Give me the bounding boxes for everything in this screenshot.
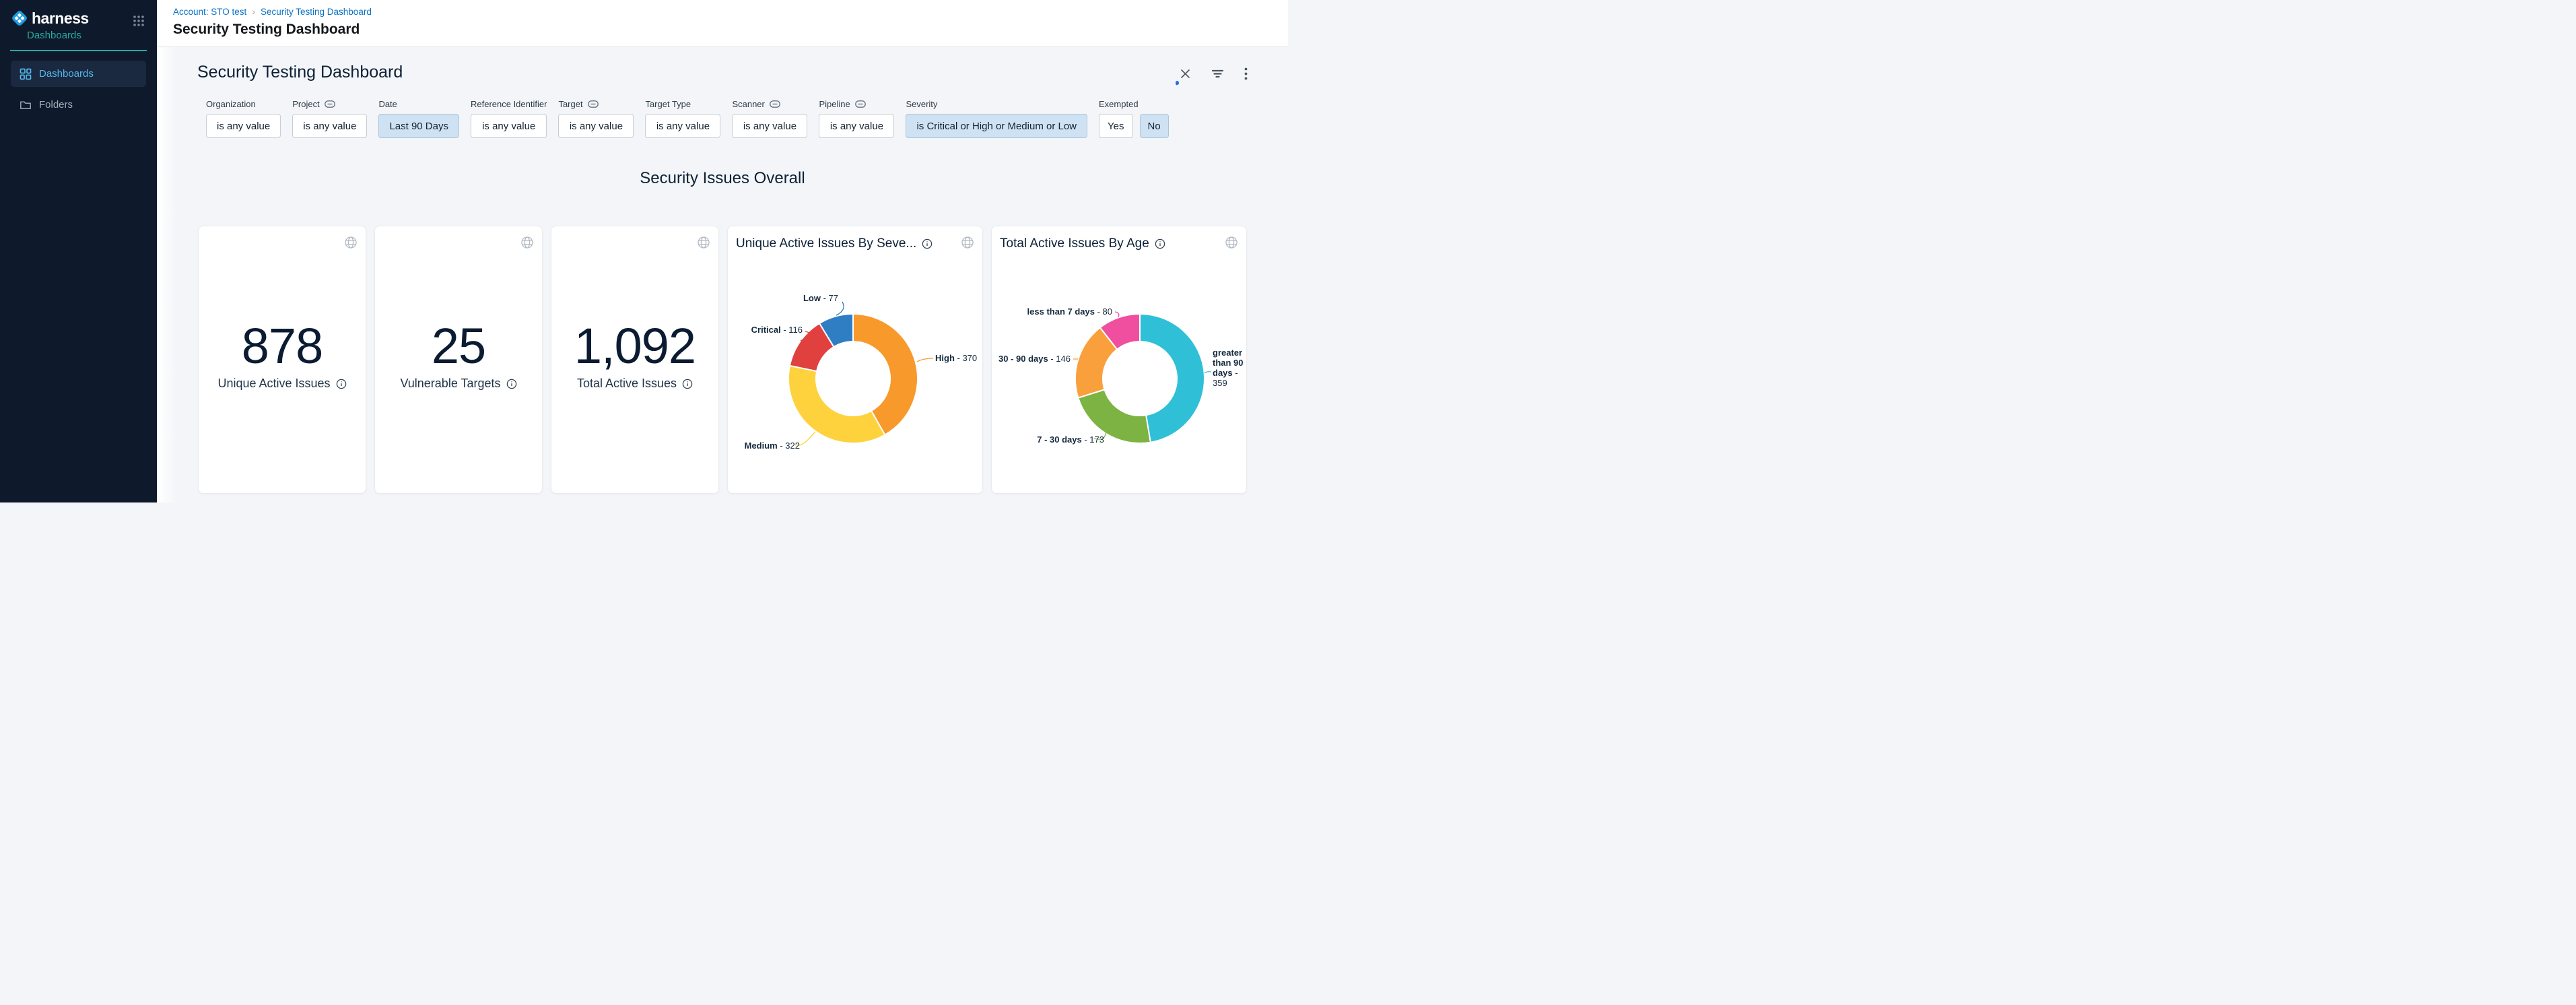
slice-label-high: High - 370: [935, 353, 977, 363]
dashboard-content: Security Testing Dashboard: [157, 47, 1288, 502]
sidebar-item-label: Folders: [39, 99, 73, 110]
link-icon: [588, 100, 599, 108]
kpi-value: 878: [199, 319, 366, 373]
link-icon: [855, 100, 866, 108]
breadcrumb-account-link[interactable]: Account: STO test: [173, 7, 246, 17]
sidebar-divider: [10, 50, 147, 51]
info-icon[interactable]: [506, 379, 517, 389]
slice-label-7-30-days: 7 - 30 days - 173: [1037, 434, 1104, 445]
clear-cache-button[interactable]: [1178, 67, 1192, 81]
filter-date: Date Last 90 Days: [378, 98, 459, 138]
globe-icon[interactable]: [697, 236, 710, 253]
kpi-label: Total Active Issues: [577, 377, 677, 391]
filter-label: Project: [292, 99, 319, 109]
app: harness Dashboards Dash: [0, 0, 1288, 502]
chart-total-active-issues-by-age: Total Active Issues By Age less than 7 d…: [991, 226, 1247, 494]
breadcrumb-separator: ›: [252, 6, 255, 17]
filter-pipeline: Pipeline is any value: [819, 98, 894, 138]
leader-line: [836, 302, 844, 315]
donut-slice[interactable]: [788, 366, 885, 443]
filter-value-button[interactable]: Last 90 Days: [378, 114, 459, 138]
breadcrumb: Account: STO test › Security Testing Das…: [173, 0, 1288, 17]
globe-icon[interactable]: [344, 236, 358, 253]
tile-total-active-issues: 1,092 Total Active Issues: [551, 226, 719, 494]
info-icon[interactable]: [336, 379, 347, 389]
filter-value-button[interactable]: is any value: [819, 114, 894, 138]
filter-label: Reference Identifier: [471, 99, 547, 109]
filter-project: Project is any value: [292, 98, 367, 138]
filter-label: Pipeline: [819, 99, 850, 109]
filter-label: Target: [558, 99, 582, 109]
kpi-value: 1,092: [551, 319, 718, 373]
brand-wordmark: harness: [32, 9, 89, 28]
filter-label: Severity: [906, 99, 937, 109]
donut-slice[interactable]: [1140, 314, 1205, 443]
link-icon: [325, 100, 335, 108]
leader-line: [1205, 372, 1211, 373]
slice-label-critical: Critical - 116: [751, 325, 803, 335]
sidebar: harness Dashboards Dash: [0, 0, 157, 502]
chart-unique-active-issues-by-severity: Unique Active Issues By Seve... Low - 77…: [727, 226, 983, 494]
filters-toggle-button[interactable]: [1210, 67, 1225, 80]
harness-logo-icon: [10, 9, 29, 28]
module-label: Dashboards: [27, 30, 157, 41]
exempted-no-button[interactable]: No: [1140, 114, 1169, 138]
dashboards-icon: [20, 68, 32, 80]
globe-icon[interactable]: [961, 236, 974, 253]
filter-label: Date: [378, 99, 397, 109]
cursor-dot: [1175, 80, 1179, 85]
filter-reference-identifier: Reference Identifier is any value: [471, 98, 547, 138]
filter-value-button[interactable]: is any value: [292, 114, 367, 138]
slice-label-medium: Medium - 322: [745, 441, 800, 451]
breadcrumb-page-link[interactable]: Security Testing Dashboard: [261, 7, 372, 17]
kpi-label: Unique Active Issues: [217, 377, 330, 391]
filter-label: Scanner: [732, 99, 764, 109]
slice-label-greater-than-90-days: greater than 90 days - 359: [1213, 348, 1246, 388]
filter-value-button[interactable]: is any value: [732, 114, 807, 138]
leader-line: [917, 358, 933, 362]
sidebar-item-folders[interactable]: Folders: [11, 92, 146, 118]
cards-row: 878 Unique Active Issues: [198, 226, 1288, 494]
filter-severity: Severity is Critical or High or Medium o…: [906, 98, 1087, 138]
panel-actions: [1178, 66, 1249, 82]
sidebar-nav: Dashboards Folders: [0, 61, 157, 118]
page-title: Security Testing Dashboard: [173, 22, 1288, 38]
section-title: Security Issues Overall: [157, 169, 1288, 188]
exempted-yes-button[interactable]: Yes: [1099, 114, 1132, 138]
dashboard-panel-title: Security Testing Dashboard: [197, 62, 403, 82]
filter-exempted: Exempted Yes No: [1099, 98, 1169, 138]
folder-icon: [20, 99, 32, 111]
apps-grid-icon[interactable]: [133, 15, 145, 30]
filter-bar: Organization is any value Project is any…: [206, 98, 1288, 138]
filter-value-button[interactable]: is Critical or High or Medium or Low: [906, 114, 1087, 138]
sidebar-item-dashboards[interactable]: Dashboards: [11, 61, 146, 87]
filter-label: Target Type: [645, 99, 691, 109]
main: Account: STO test › Security Testing Das…: [157, 0, 1288, 502]
filter-value-button[interactable]: is any value: [471, 114, 547, 138]
kebab-menu-button[interactable]: [1243, 66, 1249, 82]
sidebar-item-label: Dashboards: [39, 68, 94, 79]
slice-label-low: Low - 77: [803, 293, 838, 303]
link-icon: [770, 100, 780, 108]
filter-value-button[interactable]: is any value: [206, 114, 281, 138]
globe-icon[interactable]: [520, 236, 534, 253]
kpi-value: 25: [375, 319, 542, 373]
filter-scanner: Scanner is any value: [732, 98, 807, 138]
filter-label: Organization: [206, 99, 256, 109]
tile-unique-active-issues: 878 Unique Active Issues: [198, 226, 366, 494]
filter-value-button[interactable]: is any value: [558, 114, 634, 138]
top-header: Account: STO test › Security Testing Das…: [157, 0, 1288, 47]
filter-label: Exempted: [1099, 99, 1139, 109]
tile-vulnerable-targets: 25 Vulnerable Targets: [374, 226, 543, 494]
slice-label-less-than-7-days: less than 7 days - 80: [1027, 306, 1112, 317]
kpi-label: Vulnerable Targets: [400, 377, 500, 391]
filter-organization: Organization is any value: [206, 98, 281, 138]
info-icon[interactable]: [682, 379, 693, 389]
filter-target: Target is any value: [558, 98, 634, 138]
filter-target-type: Target Type is any value: [645, 98, 720, 138]
globe-icon[interactable]: [1225, 236, 1238, 253]
slice-label-30-90-days: 30 - 90 days - 146: [998, 354, 1071, 364]
filter-value-button[interactable]: is any value: [645, 114, 720, 138]
leader-line: [1115, 312, 1119, 317]
